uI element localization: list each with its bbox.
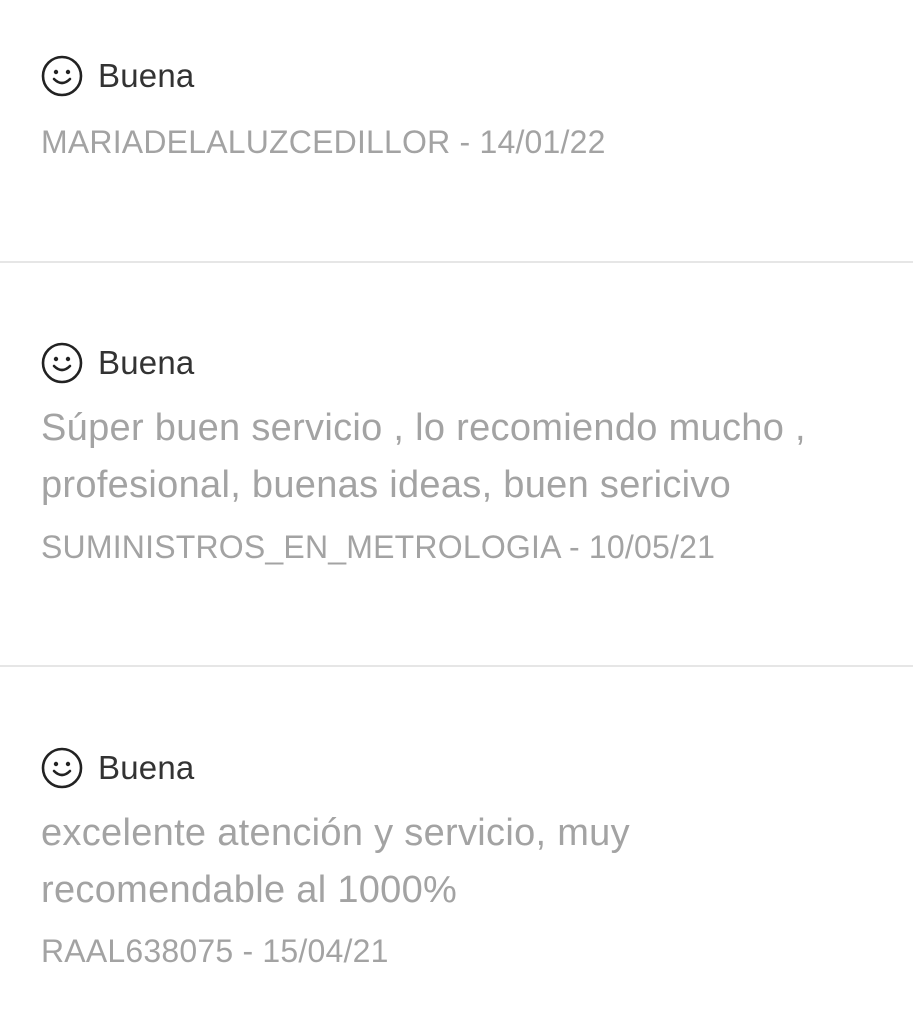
rating-label: Buena	[98, 344, 195, 381]
review-comment: Súper buen servicio , lo recomiendo much…	[41, 407, 806, 506]
review-item: Buena MARIADELALUZCEDILLOR - 14/01/22	[0, 0, 913, 262]
review-item: Buena Súper buen servicio , lo recomiend…	[0, 263, 913, 665]
review-rating: Buena	[41, 746, 194, 790]
rating-label: Buena	[98, 57, 195, 94]
review-comment: excelente atención y servicio, muy recom…	[41, 812, 630, 911]
review-item: Buena excelente atención y servicio, muy…	[0, 667, 913, 1024]
review-author-date: MARIADELALUZCEDILLOR - 14/01/22	[41, 124, 606, 160]
smiley-icon	[41, 55, 83, 97]
review-rating: Buena	[41, 341, 194, 385]
smiley-icon	[41, 342, 83, 384]
smiley-icon	[41, 747, 83, 789]
rating-label: Buena	[98, 749, 195, 786]
review-author-date: SUMINISTROS_EN_METROLOGIA - 10/05/21	[41, 529, 716, 565]
review-author-date: RAAL638075 - 15/04/21	[41, 933, 389, 969]
review-rating: Buena	[41, 54, 194, 98]
